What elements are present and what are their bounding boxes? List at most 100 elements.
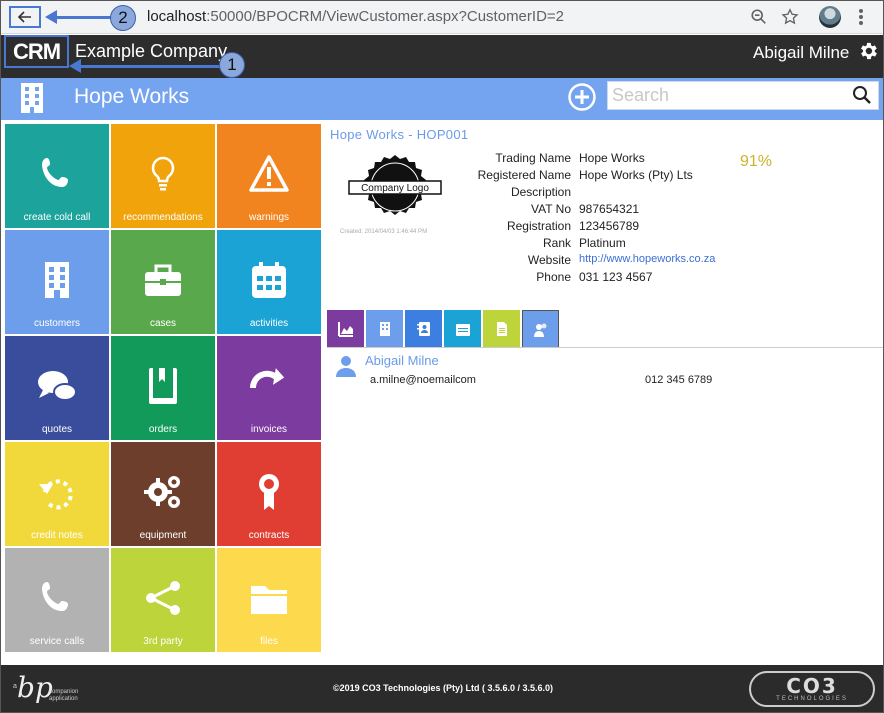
area-chart-icon <box>337 321 353 337</box>
footer: a bp companion application ©2019 CO3 Tech… <box>1 665 883 712</box>
tile-contracts[interactable]: contracts <box>217 442 321 546</box>
customer-fields: Trading Name Hope Works Registered Name Hop… <box>471 151 716 287</box>
tab-documents[interactable] <box>483 310 520 347</box>
tile-cases[interactable]: cases <box>111 230 215 334</box>
phone-icon <box>35 152 79 196</box>
field-label: VAT No <box>530 202 571 216</box>
tab-contacts[interactable] <box>522 310 559 348</box>
share-icon <box>141 576 185 620</box>
field-label: Rank <box>542 236 571 250</box>
field-value: Hope Works <box>579 151 645 165</box>
bookmark-star-icon[interactable] <box>780 7 800 27</box>
phone-icon <box>35 576 79 620</box>
field-row-rank: Rank Platinum <box>471 236 715 253</box>
website-link[interactable]: http://www.hopeworks.co.za <box>579 253 715 270</box>
address-book-icon <box>416 321 430 336</box>
calendar-icon <box>247 258 291 302</box>
url-path: :50000/BPOCRM/ViewCustomer.aspx?Customer… <box>206 8 564 25</box>
co3-logo-subtext: TECHNOLOGIES <box>776 696 848 702</box>
url-host: localhost <box>147 8 207 25</box>
field-row-registration: Registration 123456789 <box>471 219 715 236</box>
tab-divider <box>327 347 883 348</box>
header-band <box>1 68 883 78</box>
search-box <box>607 81 879 110</box>
book-icon <box>141 364 185 408</box>
field-value: 987654321 <box>579 202 640 216</box>
field-label: Description <box>510 185 571 199</box>
award-icon <box>247 470 291 514</box>
tile-credit-notes[interactable]: credit notes <box>5 442 109 546</box>
tile-orders[interactable]: orders <box>111 336 215 440</box>
field-row-website: Website http://www.hopeworks.co.za <box>471 253 715 270</box>
tab-dashboard[interactable] <box>327 310 364 347</box>
field-label: Website <box>527 253 571 267</box>
add-circle-icon[interactable] <box>567 82 597 112</box>
field-value: 031 123 4567 <box>579 270 653 284</box>
tab-customer[interactable] <box>366 310 403 347</box>
field-row-phone: Phone 031 123 4567 <box>471 270 715 287</box>
tile-label: credit notes <box>31 530 83 541</box>
field-row-trading-name: Trading Name Hope Works <box>471 151 715 168</box>
tile-service-calls[interactable]: service calls <box>5 548 109 652</box>
tile-warnings[interactable]: warnings <box>217 124 321 228</box>
tile-equipment[interactable]: equipment <box>111 442 215 546</box>
browser-menu-icon[interactable] <box>854 7 868 27</box>
building-icon <box>379 321 390 336</box>
callout-badge-1: 1 <box>219 52 245 78</box>
contacts-icon <box>533 323 546 337</box>
co3-logo-text: CO3 <box>786 674 838 698</box>
person-icon <box>336 356 356 377</box>
tile-label: customers <box>33 318 81 329</box>
company-logo-text: Company Logo <box>361 183 429 194</box>
gear-icon[interactable] <box>857 40 879 62</box>
tile-customers[interactable]: customers <box>5 230 109 334</box>
gears-icon <box>141 470 185 514</box>
user-name[interactable]: Abigail Milne <box>753 43 849 63</box>
tile-files[interactable]: files <box>217 548 321 652</box>
callout-line <box>55 16 111 19</box>
field-row-vat-no: VAT No 987654321 <box>471 202 715 219</box>
contact-phone: 012 345 6789 <box>645 374 713 386</box>
field-row-description: Description <box>471 185 715 202</box>
company-logo: Company Logo <box>348 155 442 215</box>
field-value: Platinum <box>579 236 626 250</box>
tile-label: files <box>260 636 278 647</box>
building-icon <box>35 258 79 302</box>
tab-addressbook[interactable] <box>405 310 442 347</box>
address-bar[interactable]: localhost:50000/BPOCRM/ViewCustomer.aspx… <box>147 8 564 25</box>
field-label: Registration <box>506 219 571 233</box>
crm-logo[interactable]: CRM <box>4 35 69 68</box>
tile-create-cold-call[interactable]: create cold call <box>5 124 109 228</box>
undo-arrow-icon <box>35 470 79 514</box>
document-icon <box>496 321 507 336</box>
search-input[interactable] <box>608 82 838 109</box>
tile-label: orders <box>148 424 178 435</box>
arrow-left-icon <box>17 11 31 23</box>
app-window: localhost:50000/BPOCRM/ViewCustomer.aspx… <box>0 0 884 713</box>
back-button[interactable] <box>9 6 41 28</box>
redo-arrow-icon <box>247 364 291 408</box>
search-icon[interactable] <box>852 85 872 105</box>
customer-detail-title: Hope Works - HOP001 <box>330 127 469 142</box>
tile-3rd-party[interactable]: 3rd party <box>111 548 215 652</box>
completion-percent: 91% <box>740 153 773 170</box>
building-icon <box>21 83 43 113</box>
tile-activities[interactable]: activities <box>217 230 321 334</box>
bp-logo-text-line2: application <box>49 696 78 702</box>
contact-name[interactable]: Abigail Milne <box>365 353 439 368</box>
tile-label: equipment <box>139 530 187 541</box>
tile-invoices[interactable]: invoices <box>217 336 321 440</box>
app-header: CRM Example Company Abigail Milne <box>1 35 883 68</box>
customer-bar: Hope Works <box>1 78 883 120</box>
lightbulb-icon <box>141 152 185 196</box>
tile-recommendations[interactable]: recommendations <box>111 124 215 228</box>
tile-grid: create cold call recommendations warnings c… <box>5 124 323 652</box>
tab-activities[interactable] <box>444 310 481 347</box>
tile-label: cases <box>149 318 177 329</box>
briefcase-icon <box>141 258 185 302</box>
tile-quotes[interactable]: quotes <box>5 336 109 440</box>
calendar-icon <box>455 323 470 336</box>
profile-avatar[interactable] <box>819 6 841 28</box>
zoom-icon[interactable] <box>749 7 769 27</box>
field-value: Hope Works (Pty) Lts <box>579 168 693 182</box>
